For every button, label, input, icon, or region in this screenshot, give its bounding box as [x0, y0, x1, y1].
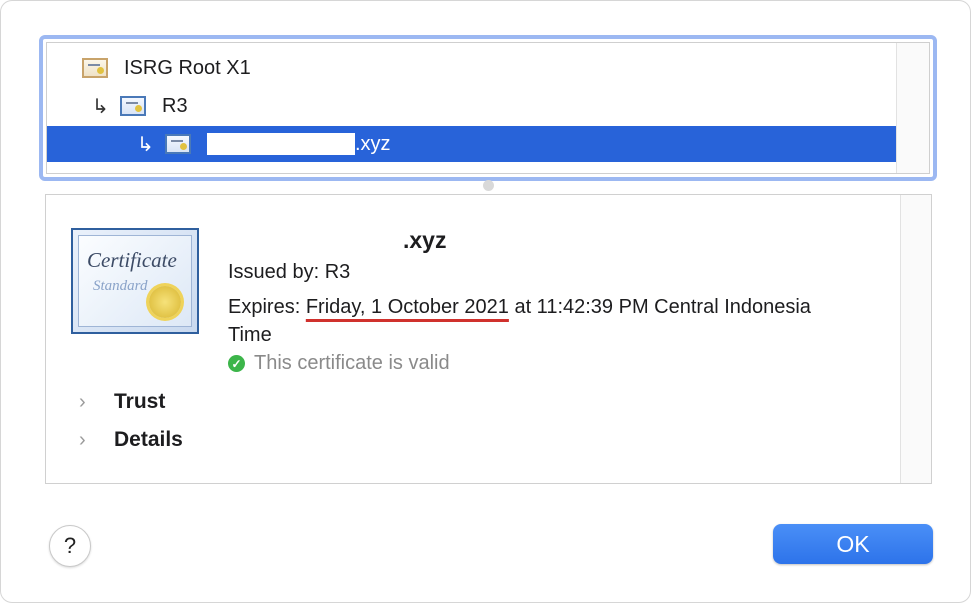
expiry-date: Friday, 1 October 2021	[305, 296, 509, 318]
certificate-standard-icon: Certificate Standard	[71, 228, 199, 334]
child-arrow-icon: ↳	[92, 95, 109, 118]
certificate-icon	[120, 96, 146, 116]
seal-icon	[149, 286, 181, 318]
redacted-domain	[228, 230, 403, 253]
certificate-chain-tree[interactable]: ISRG Root X1 ↳ R3 ↳ .xyz	[39, 35, 937, 181]
tree-item-root[interactable]: ISRG Root X1	[47, 50, 896, 86]
certificate-icon	[82, 58, 108, 78]
checkmark-icon: ✓	[228, 355, 245, 372]
tree-list: ISRG Root X1 ↳ R3 ↳ .xyz	[46, 42, 930, 174]
certificate-detail-pane: Certificate Standard .xyz Issued by: R3 …	[45, 194, 932, 484]
issued-by: Issued by: R3	[228, 261, 351, 283]
certificate-dialog: ISRG Root X1 ↳ R3 ↳ .xyz Certificate Sta…	[0, 0, 971, 603]
child-arrow-icon: ↳	[137, 133, 154, 156]
expiry-info: Expires: Friday, 1 October 2021 at 11:42…	[228, 296, 811, 346]
tree-item-leaf[interactable]: ↳ .xyz	[47, 126, 896, 162]
trust-section-toggle[interactable]: › Trust	[79, 390, 165, 414]
tree-item-label: ISRG Root X1	[124, 56, 251, 79]
tree-scrollbar[interactable]	[896, 43, 929, 173]
ok-button[interactable]: OK	[773, 524, 933, 564]
certificate-image-subtitle: Standard	[93, 278, 148, 294]
certificate-name: .xyz	[228, 227, 446, 254]
split-view-handle[interactable]	[483, 180, 494, 191]
certificate-image-title: Certificate	[87, 248, 177, 272]
certificate-icon	[165, 134, 191, 154]
details-label: Details	[114, 428, 183, 451]
validity-status: ✓ This certificate is valid	[228, 352, 450, 375]
validity-text: This certificate is valid	[254, 352, 450, 374]
detail-scrollbar[interactable]	[900, 195, 931, 483]
tree-item-label: .xyz	[355, 132, 391, 155]
help-button[interactable]: ?	[49, 525, 91, 567]
chevron-right-icon: ›	[79, 428, 86, 451]
chevron-right-icon: ›	[79, 390, 86, 413]
tree-item-label: R3	[162, 94, 188, 117]
details-section-toggle[interactable]: › Details	[79, 428, 183, 452]
trust-label: Trust	[114, 390, 166, 413]
tree-item-intermediate[interactable]: ↳ R3	[47, 88, 896, 124]
redacted-domain	[207, 133, 355, 155]
